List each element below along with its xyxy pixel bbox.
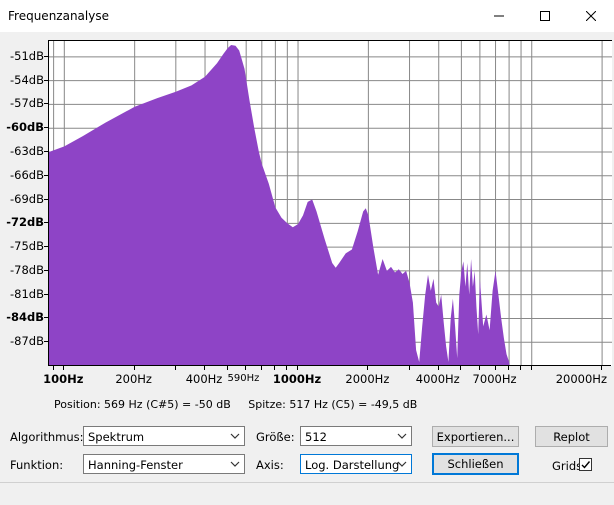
x-tick-label: 200Hz (115, 372, 152, 386)
x-tick-mark (286, 366, 288, 370)
x-tick-mark (297, 366, 299, 370)
y-tick-label: -57dB (10, 96, 44, 111)
x-tick-mark (63, 366, 65, 370)
minimize-button[interactable] (476, 0, 522, 32)
title-bar: Frequenzanalyse (0, 0, 614, 32)
x-tick-label: 1000Hz (272, 372, 322, 386)
x-tick-label: 7000Hz (472, 372, 517, 386)
spectrum-plot[interactable] (48, 40, 612, 366)
chevron-down-icon (230, 430, 240, 444)
export-button[interactable]: Exportieren... (432, 426, 519, 447)
x-tick-mark (520, 366, 522, 370)
x-tick-mark (245, 366, 247, 370)
axis-label: Axis: (256, 458, 284, 472)
x-tick-mark (601, 366, 603, 370)
close-button-label: Schließen (447, 457, 504, 471)
y-tick-label: -81dB (10, 286, 44, 301)
x-tick-mark (133, 366, 135, 370)
x-tick-label: 20000Hz (555, 372, 607, 386)
grids-checkbox[interactable] (579, 458, 592, 471)
close-icon (586, 11, 596, 21)
x-tick-mark (437, 366, 439, 370)
algorithm-select[interactable]: Spektrum (83, 426, 245, 446)
bottom-strip (0, 482, 614, 505)
grids-label: Grids (552, 459, 583, 473)
x-tick-label: 100Hz (43, 372, 84, 386)
maximize-icon (540, 11, 550, 21)
y-tick-label: -75dB (10, 239, 44, 254)
x-tick-mark (530, 366, 532, 370)
x-axis: 100Hz 200Hz 400Hz 590Hz 1000Hz 2000Hz 4000Hz 70… (43, 365, 611, 388)
y-tick-label: -69dB (10, 191, 44, 206)
close-button[interactable]: Schließen (432, 453, 519, 475)
x-tick-mark (478, 366, 480, 370)
size-select[interactable]: 512 (300, 426, 412, 446)
x-tick-mark (494, 366, 496, 370)
axis-value: Log. Darstellung (305, 458, 400, 472)
x-tick-label: 2000Hz (345, 372, 390, 386)
checkmark-icon (581, 461, 591, 469)
y-tick-label: -72dB (6, 215, 44, 230)
minimize-icon (494, 15, 504, 17)
x-tick-mark (52, 366, 54, 370)
y-tick-label: -78dB (10, 262, 44, 277)
algorithm-value: Spektrum (88, 430, 145, 444)
spectrum-area (49, 45, 511, 366)
replot-button-label: Replot (553, 429, 590, 444)
y-axis: -51dB -54dB -57dB -60dB -63dB -66dB -69dB -72dB… (0, 40, 48, 365)
y-tick-label: -63dB (10, 143, 44, 158)
y-tick-label: -51dB (10, 48, 44, 63)
spectrum-chart (49, 41, 612, 366)
function-select[interactable]: Hanning-Fenster (83, 454, 245, 474)
x-tick-mark (367, 366, 369, 370)
y-tick-label: -54dB (10, 72, 44, 87)
export-button-label: Exportieren... (436, 429, 515, 444)
x-tick-label: 400Hz (185, 372, 223, 386)
x-tick-mark (260, 366, 262, 370)
y-tick-label: -84dB (6, 310, 44, 325)
algorithm-label: Algorithmus: (10, 430, 84, 444)
function-label: Funktion: (10, 458, 64, 472)
axis-select[interactable]: Log. Darstellung (300, 454, 412, 474)
maximize-button[interactable] (522, 0, 568, 32)
position-readout: Position: 569 Hz (C#5) = -50 dB (54, 398, 231, 411)
function-value: Hanning-Fenster (88, 458, 183, 472)
close-window-button[interactable] (568, 0, 614, 32)
x-tick-mark (174, 366, 176, 370)
size-label: Größe: (256, 430, 295, 444)
x-tick-mark (408, 366, 410, 370)
x-tick-mark (204, 366, 206, 370)
chevron-down-icon (397, 430, 407, 444)
x-tick-label: 590Hz (227, 373, 260, 384)
window-title: Frequenzanalyse (8, 9, 109, 23)
x-tick-mark (508, 366, 510, 370)
peak-readout: Spitze: 517 Hz (C5) = -49,5 dB (248, 398, 418, 411)
x-tick-mark (274, 366, 276, 370)
y-tick-label: -66dB (10, 167, 44, 182)
size-value: 512 (305, 430, 327, 444)
y-tick-label: -87dB (10, 334, 44, 349)
replot-button[interactable]: Replot (535, 426, 608, 447)
status-line: Position: 569 Hz (C#5) = -50 dB Spitze: … (54, 398, 417, 411)
x-tick-label: 4000Hz (415, 372, 460, 386)
chevron-down-icon (230, 458, 240, 472)
x-tick-mark (460, 366, 462, 370)
chevron-down-icon (397, 458, 407, 472)
x-tick-mark (226, 366, 228, 370)
y-tick-label: -60dB (6, 120, 44, 135)
